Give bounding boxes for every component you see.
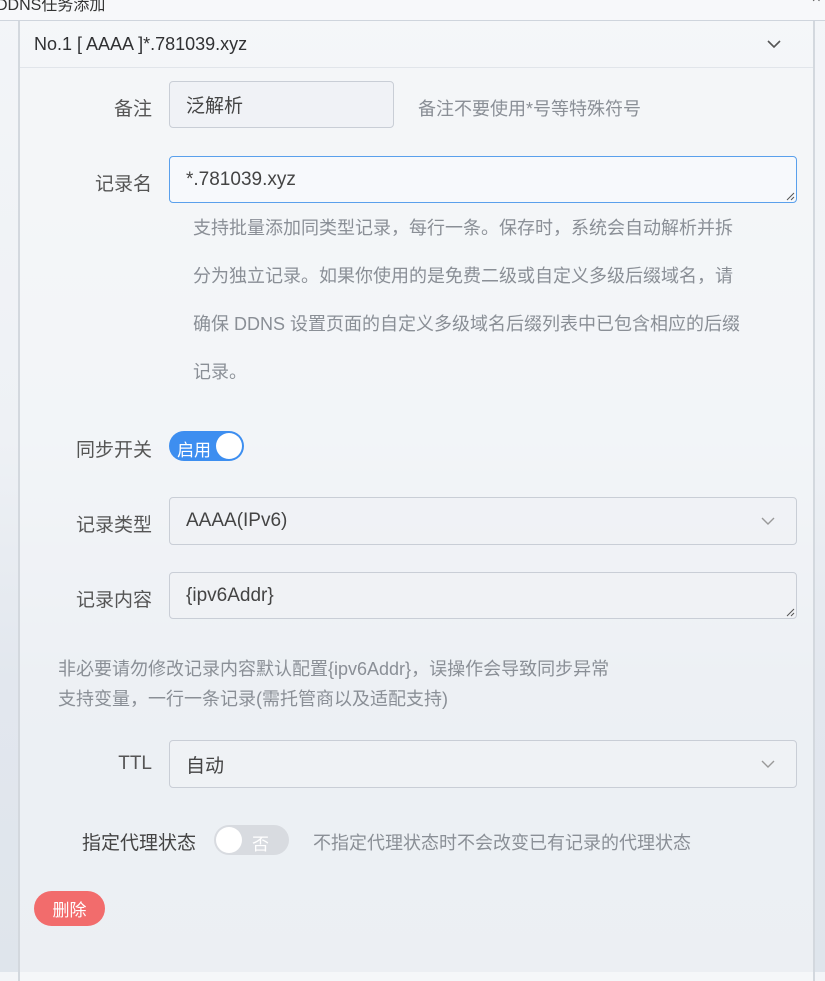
toggle-knob [216,827,242,853]
ttl-value: 自动 [186,755,225,777]
sync-toggle[interactable]: 启用 [169,431,244,461]
remark-input[interactable]: 泛解析 [169,81,394,128]
record-type-select[interactable]: AAAA(IPv6) [169,497,797,545]
ttl-select[interactable]: 自动 [169,740,797,788]
record-content-value: {ipv6Addr} [186,584,274,606]
sync-switch-label: 同步开关 [75,440,152,461]
record-content-help: 非必要请勿修改记录内容默认配置{ipv6Addr}，误操作会导致同步异常 支持变… [58,654,609,714]
help-line: 分为独立记录。如果你使用的是免费二级或自定义多级后缀域名，请 [193,266,733,286]
resize-handle-icon[interactable] [785,607,795,617]
help-line: 支持批量添加同类型记录，每行一条。保存时，系统会自动解析并拆 [193,218,733,238]
close-icon[interactable]: × [812,0,821,8]
record-header-title: No.1 [ AAAA ]*.781039.xyz [34,34,248,54]
record-name-textarea[interactable]: *.781039.xyz [169,156,797,203]
proxy-state-label: 指定代理状态 [81,833,196,854]
chevron-down-icon [761,517,775,525]
proxy-state-toggle[interactable]: 否 [214,825,289,855]
chevron-down-icon[interactable] [765,35,783,53]
remark-value: 泛解析 [186,96,244,117]
remark-label: 备注 [113,99,152,120]
record-name-label: 记录名 [94,174,152,195]
ttl-label: TTL [118,753,152,774]
proxy-toggle-text: 否 [252,835,269,854]
record-name-help: 支持批量添加同类型记录，每行一条。保存时，系统会自动解析并拆 分为独立记录。如果… [193,204,793,396]
resize-handle-icon[interactable] [785,191,795,201]
record-type-value: AAAA(IPv6) [186,510,288,531]
sync-toggle-text: 启用 [177,441,211,460]
help-line: 非必要请勿修改记录内容默认配置{ipv6Addr}，误操作会导致同步异常 [58,659,610,679]
toggle-knob [216,433,242,459]
help-line: 记录。 [193,362,247,382]
record-name-value: *.781039.xyz [186,168,296,190]
record-type-label: 记录类型 [75,515,152,536]
remark-hint: 备注不要使用*号等特殊符号 [418,99,642,119]
record-content-label: 记录内容 [75,590,152,611]
help-line: 确保 DDNS 设置页面的自定义多级域名后缀列表中已包含相应的后缀 [193,314,741,334]
dialog-title: DDNS任务添加 [0,0,106,14]
help-line: 支持变量，一行一条记录(需托管商以及适配支持) [58,689,448,709]
proxy-state-hint: 不指定代理状态时不会改变已有记录的代理状态 [313,833,691,853]
record-collapse-header[interactable]: No.1 [ AAAA ]*.781039.xyz [20,21,813,68]
delete-button[interactable]: 删除 [34,891,105,926]
record-content-textarea[interactable]: {ipv6Addr} [169,572,797,619]
chevron-down-icon [761,760,775,768]
dialog-title-bar: DDNS任务添加 × [0,0,825,21]
